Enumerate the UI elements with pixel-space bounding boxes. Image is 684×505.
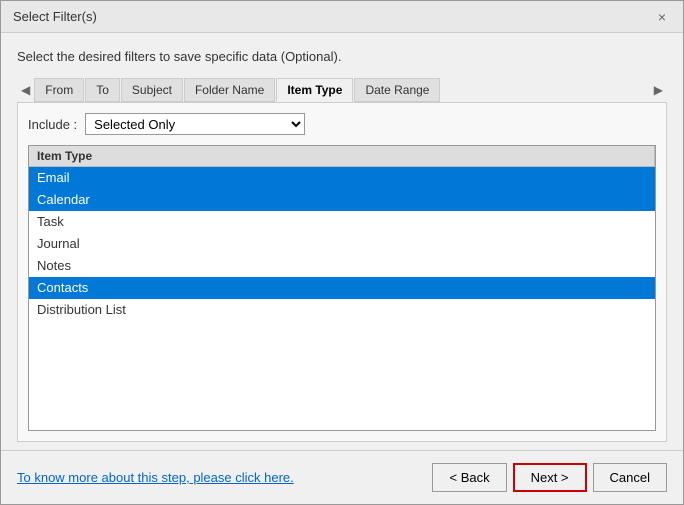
tab-arrow-left[interactable]: ◀	[17, 83, 34, 97]
include-select[interactable]: Selected Only All Items	[85, 113, 305, 135]
close-button[interactable]: ×	[653, 8, 671, 26]
dialog-footer: To know more about this step, please cli…	[1, 450, 683, 504]
list-item-task[interactable]: Task	[29, 211, 655, 233]
tab-strip: From To Subject Folder Name Item Type Da…	[34, 78, 650, 102]
next-button[interactable]: Next >	[513, 463, 587, 492]
title-bar: Select Filter(s) ×	[1, 1, 683, 33]
list-item-notes[interactable]: Notes	[29, 255, 655, 277]
tab-arrow-right[interactable]: ▶	[650, 83, 667, 97]
list-item-distribution-list[interactable]: Distribution List	[29, 299, 655, 321]
footer-buttons: < Back Next > Cancel	[432, 463, 667, 492]
include-row: Include : Selected Only All Items	[28, 113, 656, 135]
list-header-item-type: Item Type	[29, 146, 655, 166]
back-button[interactable]: < Back	[432, 463, 506, 492]
tab-to[interactable]: To	[85, 78, 120, 102]
tab-item-type[interactable]: Item Type	[276, 78, 353, 102]
list-header: Item Type	[29, 146, 655, 167]
instruction-text: Select the desired filters to save speci…	[17, 49, 667, 64]
include-label: Include :	[28, 117, 77, 132]
help-link[interactable]: To know more about this step, please cli…	[17, 470, 294, 485]
list-item-email[interactable]: Email	[29, 167, 655, 189]
list-item-contacts[interactable]: Contacts	[29, 277, 655, 299]
tab-date-range[interactable]: Date Range	[354, 78, 440, 102]
tab-strip-container: ◀ From To Subject Folder Name Item Type …	[17, 78, 667, 102]
select-filters-dialog: Select Filter(s) × Select the desired fi…	[0, 0, 684, 505]
dialog-body: Select the desired filters to save speci…	[1, 33, 683, 442]
list-item-calendar[interactable]: Calendar	[29, 189, 655, 211]
item-type-list: Item Type Email Calendar Task Journal No…	[28, 145, 656, 431]
list-item-journal[interactable]: Journal	[29, 233, 655, 255]
tab-from[interactable]: From	[34, 78, 84, 102]
cancel-button[interactable]: Cancel	[593, 463, 667, 492]
dialog-title: Select Filter(s)	[13, 9, 97, 24]
tab-folder-name[interactable]: Folder Name	[184, 78, 275, 102]
tab-content: Include : Selected Only All Items Item T…	[17, 102, 667, 442]
tab-subject[interactable]: Subject	[121, 78, 183, 102]
